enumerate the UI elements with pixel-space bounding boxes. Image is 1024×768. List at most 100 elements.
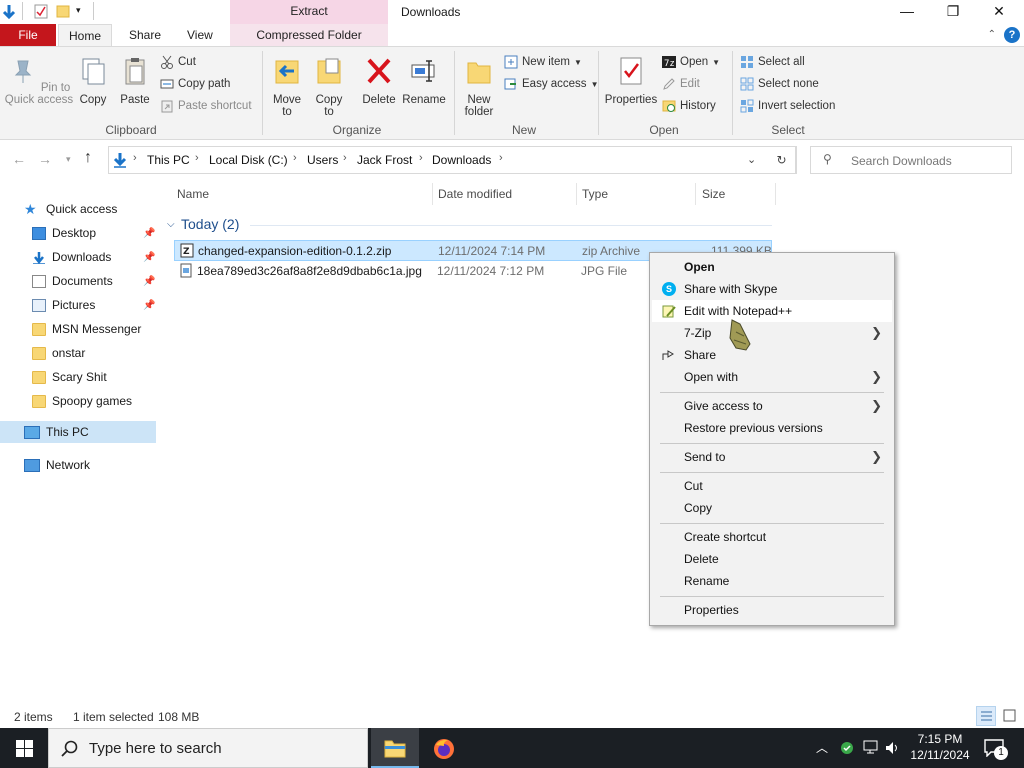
menu-item-give-access-to[interactable]: Give access to ❯ [652, 395, 892, 417]
nav-scary-shit[interactable]: Scary Shit [0, 366, 156, 388]
menu-item-7zip[interactable]: 7-Zip ❯ [652, 322, 892, 344]
forward-arrow-icon[interactable]: → [38, 151, 52, 167]
nav-quick-access[interactable]: ★ Quick access [0, 198, 156, 220]
menu-item-create-shortcut[interactable]: Create shortcut [652, 526, 892, 548]
tab-compressed-folder-tools[interactable]: Compressed Folder Tools [230, 24, 388, 64]
properties-label: Properties [604, 94, 658, 106]
chevron-right-icon[interactable]: › [293, 152, 297, 164]
nav-msn-messenger[interactable]: MSN Messenger [0, 318, 156, 340]
menu-item-open[interactable]: Open [652, 256, 892, 278]
quick-access-down-arrow-icon[interactable] [2, 4, 16, 20]
chevron-down-icon[interactable]: ⌵ [167, 219, 175, 230]
cut-button[interactable]: Cut [160, 53, 196, 71]
rename-button[interactable]: Rename [402, 55, 446, 106]
volume-icon[interactable] [884, 740, 902, 756]
tab-view[interactable]: View [176, 24, 224, 46]
breadcrumb-jack-frost[interactable]: Jack Frost [357, 153, 412, 167]
tab-share[interactable]: Share [118, 24, 172, 46]
breadcrumb-this-pc[interactable]: This PC [147, 153, 190, 167]
nav-this-pc[interactable]: This PC [0, 421, 156, 443]
menu-item-cut[interactable]: Cut [652, 475, 892, 497]
refresh-button[interactable]: ↻ [767, 146, 797, 174]
nav-desktop[interactable]: Desktop 📌 [0, 222, 156, 244]
back-arrow-icon[interactable]: ← [12, 151, 26, 167]
start-button[interactable] [0, 728, 48, 768]
group-header-today[interactable]: Today (2) [181, 216, 239, 232]
copy-path-button[interactable]: Copy path [160, 75, 230, 93]
chevron-right-icon[interactable]: › [133, 152, 137, 164]
menu-item-share-with-skype[interactable]: S Share with Skype [652, 278, 892, 300]
menu-item-copy[interactable]: Copy [652, 497, 892, 519]
breadcrumb-local-disk[interactable]: Local Disk (C:) [209, 153, 288, 167]
column-header-name[interactable]: Name [177, 187, 209, 201]
large-icons-view-button[interactable] [1000, 706, 1020, 726]
menu-item-restore-previous-versions[interactable]: Restore previous versions [652, 417, 892, 439]
easy-access-button[interactable]: Easy access ▼ [504, 75, 598, 93]
menu-item-open-with[interactable]: Open with ❯ [652, 366, 892, 388]
taskbar-search-input[interactable]: Type here to search [48, 728, 368, 768]
file-explorer-taskbar-button[interactable] [371, 728, 419, 768]
taskbar-clock[interactable]: 7:15 PM 12/11/2024 [906, 731, 974, 763]
copy-to-button[interactable]: Copy to [310, 55, 348, 118]
tray-app-icon[interactable] [838, 739, 856, 757]
menu-item-delete[interactable]: Delete [652, 548, 892, 570]
show-hidden-icons-icon[interactable]: ︿ [816, 739, 828, 756]
select-none-button[interactable]: Select none [740, 75, 819, 93]
help-icon[interactable]: ? [1004, 27, 1020, 43]
pin-to-quick-access-button[interactable]: Pin to Quick access [4, 55, 74, 106]
minimize-button[interactable]: — [884, 0, 930, 24]
new-folder-quick-icon[interactable] [56, 4, 70, 18]
up-arrow-icon[interactable]: ↑ [84, 149, 92, 167]
search-input[interactable]: ⚲ Search Downloads [810, 146, 1012, 174]
tab-file[interactable]: File [0, 24, 56, 46]
menu-item-edit-with-notepadpp[interactable]: Edit with Notepad++ [652, 300, 892, 322]
paste-shortcut-button[interactable]: Paste shortcut [160, 97, 252, 115]
paste-button[interactable]: Paste [116, 55, 154, 106]
recent-locations-icon[interactable]: ▾ [66, 154, 71, 165]
new-item-button[interactable]: New item ▼ [504, 53, 582, 71]
column-header-size[interactable]: Size [702, 187, 725, 201]
collapse-ribbon-icon[interactable]: ⌃ [988, 29, 996, 40]
properties-button[interactable]: Properties [602, 55, 660, 106]
nav-pictures[interactable]: Pictures 📌 [0, 294, 156, 316]
breadcrumb-downloads[interactable]: Downloads [432, 153, 491, 167]
action-center-button[interactable]: 1 [978, 728, 1022, 768]
select-all-button[interactable]: Select all [740, 53, 805, 71]
move-to-button[interactable]: Move to [268, 55, 306, 118]
menu-item-share[interactable]: Share [652, 344, 892, 366]
chevron-right-icon[interactable]: › [195, 152, 199, 164]
maximize-button[interactable]: ❐ [930, 0, 976, 24]
extract-context-tab[interactable]: Extract [230, 0, 388, 24]
tab-home[interactable]: Home [58, 24, 112, 46]
history-button[interactable]: History [662, 97, 716, 115]
address-dropdown-icon[interactable]: ⌄ [747, 153, 756, 166]
column-header-type[interactable]: Type [582, 187, 608, 201]
nav-documents[interactable]: Documents 📌 [0, 270, 156, 292]
nav-network[interactable]: Network [0, 454, 156, 476]
menu-item-send-to[interactable]: Send to ❯ [652, 446, 892, 468]
address-bar[interactable]: › This PC › Local Disk (C:) › Users › Ja… [108, 146, 796, 174]
menu-item-properties[interactable]: Properties [652, 599, 892, 621]
new-folder-button[interactable]: New folder [458, 55, 500, 118]
copy-to-icon [317, 58, 341, 84]
breadcrumb-users[interactable]: Users [307, 153, 338, 167]
copy-button[interactable]: Copy [74, 55, 112, 106]
invert-selection-button[interactable]: Invert selection [740, 97, 835, 115]
chevron-right-icon[interactable]: › [343, 152, 347, 164]
nav-downloads[interactable]: Downloads 📌 [0, 246, 156, 268]
firefox-taskbar-button[interactable] [420, 728, 468, 768]
nav-onstar[interactable]: onstar [0, 342, 156, 364]
nav-spoopy-games[interactable]: Spoopy games [0, 390, 156, 412]
customize-toolbar-icon[interactable]: ▾ [76, 5, 81, 16]
open-button[interactable]: 7z Open ▼ [662, 53, 720, 71]
edit-button[interactable]: Edit [662, 75, 700, 93]
close-button[interactable]: ✕ [976, 0, 1022, 24]
details-view-button[interactable] [976, 706, 996, 726]
network-tray-icon[interactable] [862, 740, 880, 756]
delete-button[interactable]: Delete [358, 55, 400, 106]
chevron-right-icon[interactable]: › [499, 152, 503, 164]
column-header-date[interactable]: Date modified [438, 187, 512, 201]
properties-check-icon[interactable] [34, 4, 48, 19]
menu-item-rename[interactable]: Rename [652, 570, 892, 592]
chevron-right-icon[interactable]: › [419, 152, 423, 164]
